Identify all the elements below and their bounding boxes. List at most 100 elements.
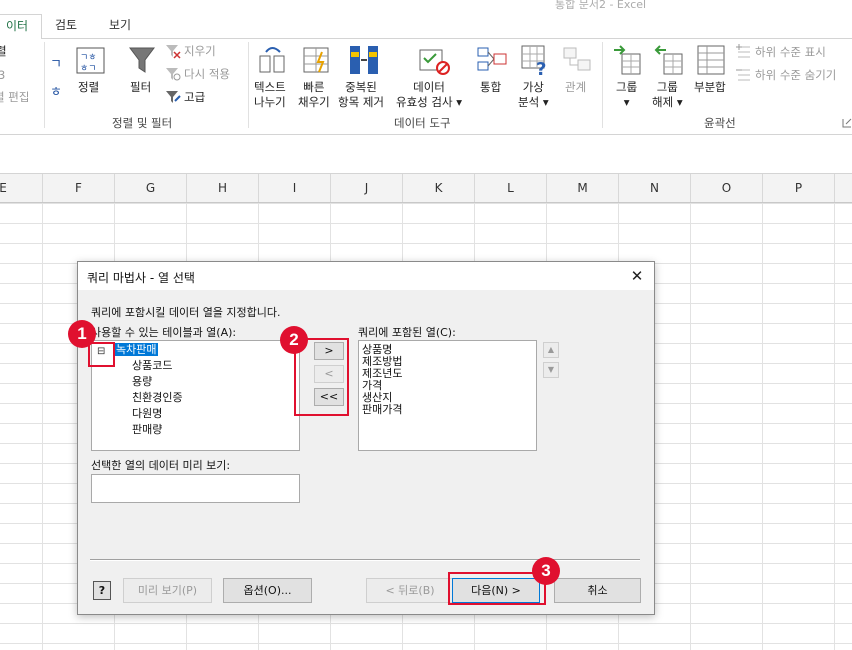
formula-bar-area — [0, 135, 852, 174]
reapply-icon[interactable] — [165, 66, 181, 82]
window-title: 통합 문서2 - Excel — [555, 0, 647, 11]
flash-fill-line1: 빠른 — [303, 80, 325, 94]
svg-text:ㄱ: ㄱ — [50, 57, 62, 72]
group-button[interactable]: 그룹 ▾ — [616, 80, 637, 110]
list-item[interactable]: 상품코드 — [132, 359, 172, 372]
data-validation-icon[interactable] — [418, 44, 450, 76]
dialog-title-bar: 쿼리 마법사 - 열 선택 ✕ — [78, 262, 654, 290]
remove-duplicates-line1: 중복된 — [345, 80, 377, 94]
tab-review[interactable]: 검토 — [44, 14, 88, 38]
consolidate-button[interactable]: 통합 — [480, 80, 501, 95]
ungroup-line1: 그룹 — [656, 80, 678, 94]
column-header[interactable]: H — [187, 174, 259, 202]
column-header[interactable]: O — [691, 174, 763, 202]
what-if-line2: 분석 ▾ — [518, 95, 549, 109]
ungroup-icon[interactable] — [654, 44, 684, 76]
data-validation-line1: 데이터 — [413, 80, 445, 94]
text-to-columns-icon[interactable] — [258, 44, 288, 76]
column-header[interactable]: J — [331, 174, 403, 202]
clear-button[interactable]: 지우기 — [184, 44, 216, 59]
included-columns-list[interactable]: 상품명 제조방법 제조년도 가격 생산지 판매가격 — [358, 340, 537, 451]
ungroup-button[interactable]: 그룹 해제 ▾ — [652, 80, 683, 110]
subtotal-button[interactable]: 부분합 — [694, 80, 726, 95]
instruction-text: 쿼리에 포함시킬 데이터 열을 지정합니다. — [91, 306, 281, 319]
column-header[interactable]: N — [619, 174, 691, 202]
options-button[interactable]: 옵션(O)... — [223, 578, 312, 603]
show-detail-button[interactable]: 하위 수준 표시 — [755, 45, 826, 60]
cancel-button[interactable]: 취소 — [554, 578, 641, 603]
annotation-box-3 — [448, 572, 546, 605]
column-header[interactable]: F — [43, 174, 115, 202]
preview-label: 선택한 열의 데이터 미리 보기: — [91, 459, 231, 472]
sort-az-icon[interactable]: ㄱ ㅎ — [48, 52, 68, 100]
what-if-analysis-icon[interactable]: ? — [520, 44, 552, 76]
data-validation-line2: 유효성 검사 ▾ — [396, 95, 462, 109]
reapply-button[interactable]: 다시 적용 — [184, 67, 230, 82]
hide-detail-button[interactable]: 하위 수준 숨기기 — [755, 68, 836, 83]
what-if-analysis-button[interactable]: 가상 분석 ▾ — [518, 80, 549, 110]
group-label-data-tools: 데이터 도구 — [394, 116, 451, 130]
column-header[interactable]: L — [475, 174, 547, 202]
partial-label-1: 렬 — [0, 44, 7, 58]
list-item[interactable]: 다원명 — [132, 407, 162, 420]
dialog-launcher-icon[interactable] — [842, 118, 852, 128]
svg-text:?: ? — [536, 59, 546, 76]
remove-duplicates-line2: 항목 제거 — [338, 95, 384, 109]
flash-fill-line2: 채우기 — [298, 95, 330, 109]
relationships-button[interactable]: 관계 — [565, 80, 586, 95]
table-node[interactable]: 녹차판매 — [114, 343, 159, 356]
advanced-button[interactable]: 고급 — [184, 90, 205, 105]
group-line1: 그룹 — [616, 80, 638, 94]
hide-detail-icon[interactable] — [736, 66, 752, 82]
back-button[interactable]: < 뒤로(B) — [366, 578, 454, 603]
show-detail-icon[interactable] — [736, 43, 752, 59]
ribbon-separator — [44, 42, 45, 128]
column-header[interactable]: K — [403, 174, 475, 202]
clear-filter-icon[interactable] — [165, 43, 181, 59]
dialog-title: 쿼리 마법사 - 열 선택 — [87, 271, 195, 285]
group-line2: ▾ — [623, 95, 630, 109]
sort-button[interactable]: 정렬 — [78, 80, 99, 95]
tab-view[interactable]: 보기 — [98, 14, 142, 38]
list-item[interactable]: 용량 — [132, 375, 152, 388]
move-up-button[interactable]: ▲ — [543, 342, 559, 358]
consolidate-icon[interactable] — [476, 44, 508, 76]
filter-icon[interactable] — [128, 44, 156, 76]
subtotal-icon[interactable] — [696, 44, 726, 76]
list-item[interactable]: 판매량 — [132, 423, 162, 436]
annotation-badge-1: 1 — [68, 320, 96, 348]
filter-button[interactable]: 필터 — [130, 80, 151, 95]
svg-text:ㅎ: ㅎ — [50, 85, 62, 100]
flash-fill-icon[interactable] — [302, 44, 332, 76]
svg-text:ㅎㄱ: ㅎㄱ — [80, 64, 97, 74]
move-down-button[interactable]: ▼ — [543, 362, 559, 378]
flash-fill-button[interactable]: 빠른 채우기 — [298, 80, 330, 110]
tab-data[interactable]: 이터 — [0, 14, 42, 40]
available-columns-label: 사용할 수 있는 테이블과 열(A): — [91, 326, 237, 339]
column-header[interactable]: P — [763, 174, 835, 202]
close-icon[interactable]: ✕ — [626, 266, 648, 286]
column-header[interactable]: G — [115, 174, 187, 202]
column-header[interactable]: I — [259, 174, 331, 202]
annotation-badge-2: 2 — [280, 326, 308, 354]
sort-dialog-icon[interactable]: ㄱㅎ ㅎㄱ — [76, 47, 106, 75]
group-icon[interactable] — [612, 44, 642, 76]
query-wizard-dialog: 쿼리 마법사 - 열 선택 ✕ 쿼리에 포함시킬 데이터 열을 지정합니다. 사… — [77, 261, 655, 615]
text-to-columns-button[interactable]: 텍스트 나누기 — [254, 80, 286, 110]
list-item[interactable]: 친환경인증 — [132, 391, 183, 404]
svg-text:ㄱㅎ: ㄱㅎ — [80, 53, 97, 63]
column-header[interactable]: M — [547, 174, 619, 202]
help-icon[interactable]: ? — [93, 581, 111, 600]
annotation-box-1 — [88, 342, 115, 367]
preview-button[interactable]: 미리 보기(P) — [123, 578, 212, 603]
data-validation-button[interactable]: 데이터 유효성 검사 ▾ — [396, 80, 462, 110]
column-header[interactable]: E — [0, 174, 43, 202]
remove-duplicates-icon[interactable] — [348, 44, 380, 76]
available-columns-list[interactable]: ⊟ 녹차판매 상품코드 용량 친환경인증 다원명 판매량 — [91, 340, 300, 451]
advanced-filter-icon[interactable] — [165, 89, 181, 105]
what-if-line1: 가상 — [522, 80, 544, 94]
remove-duplicates-button[interactable]: 중복된 항목 제거 — [338, 80, 384, 110]
preview-field — [91, 474, 300, 503]
list-item[interactable]: 판매가격 — [362, 403, 402, 416]
relationships-icon[interactable] — [562, 44, 592, 76]
